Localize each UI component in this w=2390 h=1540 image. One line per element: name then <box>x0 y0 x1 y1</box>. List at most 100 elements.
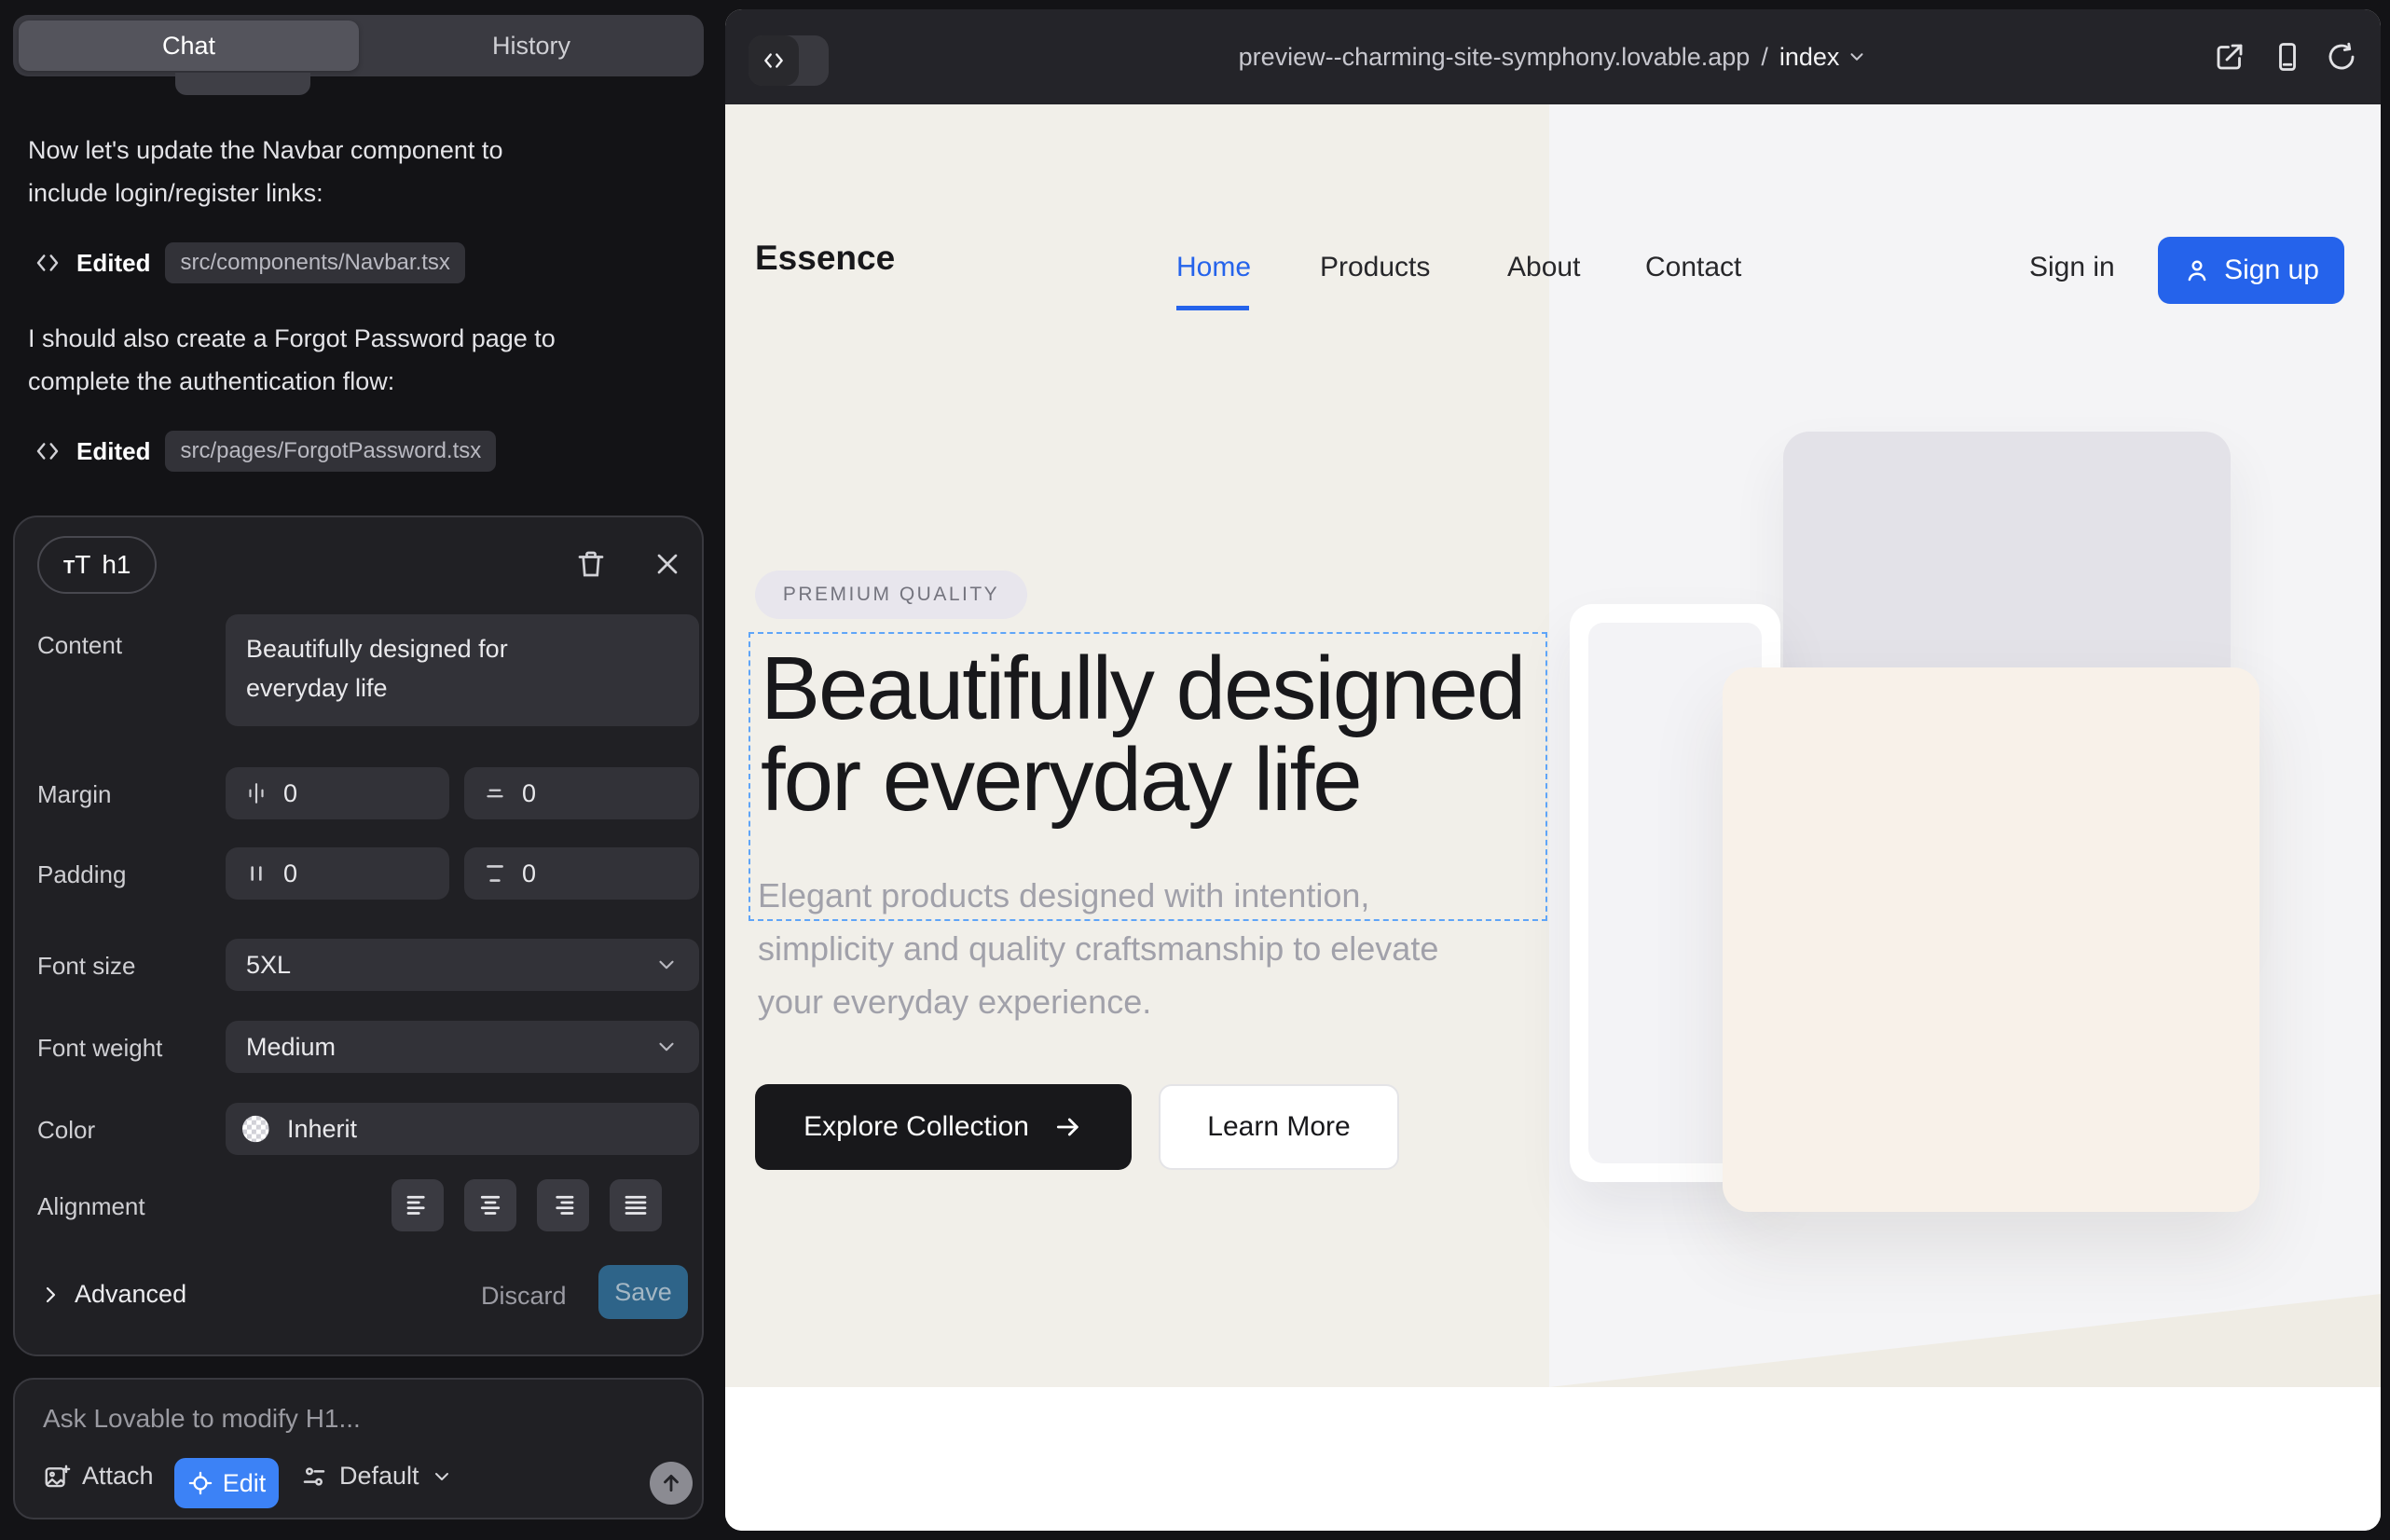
nav-link-contact[interactable]: Contact <box>1645 252 1741 283</box>
preview-chrome: preview--charming-site-symphony.lovable.… <box>725 9 2381 104</box>
alignment-label: Alignment <box>37 1192 145 1221</box>
hero-badge: PREMIUM QUALITY <box>755 571 1027 619</box>
edited-file-chip[interactable]: src/pages/ForgotPassword.tsx <box>165 431 496 472</box>
hero-headline[interactable]: Beautifully designed for everyday life <box>761 643 1544 826</box>
edited-label: Edited <box>76 249 150 278</box>
chat-history-tabbar: Chat History <box>13 15 704 76</box>
advanced-toggle[interactable]: Advanced <box>39 1280 186 1309</box>
open-external-icon[interactable] <box>2213 40 2246 74</box>
site-brand[interactable]: Essence <box>755 239 895 278</box>
align-right-button[interactable] <box>537 1179 589 1231</box>
chat-message: I should also create a Forgot Password p… <box>28 317 643 403</box>
arrow-up-icon <box>659 1471 683 1495</box>
nav-active-underline <box>1176 306 1249 310</box>
typography-icon: TT <box>63 550 90 580</box>
chat-message: Now let's update the Navbar component to… <box>28 129 643 214</box>
sign-in-link[interactable]: Sign in <box>2029 252 2115 283</box>
edited-file-row: Edited src/pages/ForgotPassword.tsx <box>34 431 496 472</box>
edit-mode-button[interactable]: Edit <box>174 1458 279 1508</box>
align-center-button[interactable] <box>464 1179 516 1231</box>
tab-chat-label: Chat <box>162 32 215 61</box>
align-left-button[interactable] <box>391 1179 444 1231</box>
chevron-down-icon <box>654 953 679 977</box>
margin-label: Margin <box>37 780 111 809</box>
padding-x-input[interactable]: 0 <box>226 847 449 900</box>
font-size-label: Font size <box>37 952 136 981</box>
padding-y-input[interactable]: 0 <box>464 847 699 900</box>
chevron-down-icon <box>654 1035 679 1059</box>
save-button[interactable]: Save <box>598 1265 688 1319</box>
page-name: index <box>1779 43 1840 72</box>
preview-url: preview--charming-site-symphony.lovable.… <box>1239 43 1751 72</box>
clipped-badge <box>175 73 310 95</box>
font-size-value: 5XL <box>246 951 291 980</box>
decor-card-front <box>1723 667 2260 1212</box>
transparency-swatch-icon <box>242 1116 269 1143</box>
close-icon[interactable] <box>651 547 684 581</box>
font-weight-label: Font weight <box>37 1034 162 1063</box>
margin-x-value: 0 <box>283 779 297 808</box>
align-justify-button[interactable] <box>610 1179 662 1231</box>
refresh-icon[interactable] <box>2325 40 2358 74</box>
padding-y-value: 0 <box>522 859 536 888</box>
nav-link-home[interactable]: Home <box>1176 252 1251 283</box>
tab-history[interactable]: History <box>359 15 704 76</box>
edited-file-chip[interactable]: src/components/Navbar.tsx <box>165 242 464 283</box>
margin-y-input[interactable]: 0 <box>464 767 699 819</box>
margin-y-value: 0 <box>522 779 536 808</box>
explore-collection-label: Explore Collection <box>804 1111 1029 1143</box>
element-editor-panel: TT h1 Content Beautifully designed for e… <box>13 516 704 1356</box>
element-tag-pill[interactable]: TT h1 <box>37 536 157 594</box>
color-value: Inherit <box>287 1115 357 1144</box>
margin-vertical-icon <box>483 781 507 805</box>
chevron-right-icon <box>39 1284 62 1306</box>
chat-message-line: complete the authentication flow: <box>28 360 643 403</box>
explore-collection-button[interactable]: Explore Collection <box>755 1084 1132 1170</box>
font-weight-value: Medium <box>246 1033 336 1062</box>
tab-chat[interactable]: Chat <box>19 21 359 71</box>
advanced-label: Advanced <box>75 1280 186 1309</box>
content-label: Content <box>37 631 122 660</box>
padding-horizontal-icon <box>244 861 268 886</box>
font-weight-select[interactable]: Medium <box>226 1021 699 1073</box>
chat-message-line: include login/register links: <box>28 172 643 214</box>
user-icon <box>2183 256 2211 284</box>
chevron-down-icon <box>431 1465 453 1488</box>
site-canvas: Essence Home Products About Contact Sign… <box>725 104 2381 1531</box>
color-input[interactable]: Inherit <box>226 1103 699 1155</box>
sign-up-button[interactable]: Sign up <box>2158 237 2344 304</box>
code-icon <box>34 249 62 277</box>
nav-link-about[interactable]: About <box>1507 252 1580 283</box>
image-plus-icon <box>43 1463 71 1491</box>
mobile-view-icon[interactable] <box>2271 40 2304 74</box>
url-separator: / <box>1761 43 1768 72</box>
page-selector[interactable]: index <box>1779 43 1868 72</box>
chevron-down-icon <box>1847 47 1867 67</box>
default-label: Default <box>339 1462 419 1491</box>
edited-file-row: Edited src/components/Navbar.tsx <box>34 242 465 283</box>
attach-button[interactable]: Attach <box>43 1462 154 1491</box>
composer-input[interactable]: Ask Lovable to modify H1... <box>43 1404 361 1434</box>
chat-message-line: I should also create a Forgot Password p… <box>28 317 643 360</box>
margin-horizontal-icon <box>244 781 268 805</box>
default-mode-button[interactable]: Default <box>300 1462 453 1491</box>
nav-link-products[interactable]: Products <box>1320 252 1430 283</box>
discard-button[interactable]: Discard <box>481 1282 567 1311</box>
font-size-select[interactable]: 5XL <box>226 939 699 991</box>
margin-x-input[interactable]: 0 <box>226 767 449 819</box>
learn-more-button[interactable]: Learn More <box>1159 1084 1399 1170</box>
send-button[interactable] <box>650 1462 693 1505</box>
tab-history-label: History <box>492 32 570 61</box>
chat-message-line: Now let's update the Navbar component to <box>28 129 643 172</box>
edit-label: Edit <box>223 1469 267 1498</box>
preview-window: preview--charming-site-symphony.lovable.… <box>725 9 2381 1531</box>
url-bar[interactable]: preview--charming-site-symphony.lovable.… <box>725 9 2381 104</box>
delete-element-button[interactable] <box>574 547 608 581</box>
content-input[interactable]: Beautifully designed for everyday life <box>226 614 699 726</box>
save-label: Save <box>614 1278 672 1307</box>
sliders-icon <box>300 1463 328 1491</box>
sign-up-label: Sign up <box>2224 254 2319 286</box>
arrow-right-icon <box>1053 1112 1083 1142</box>
content-value: Beautifully designed for everyday life <box>246 629 572 708</box>
padding-vertical-icon <box>483 861 507 886</box>
